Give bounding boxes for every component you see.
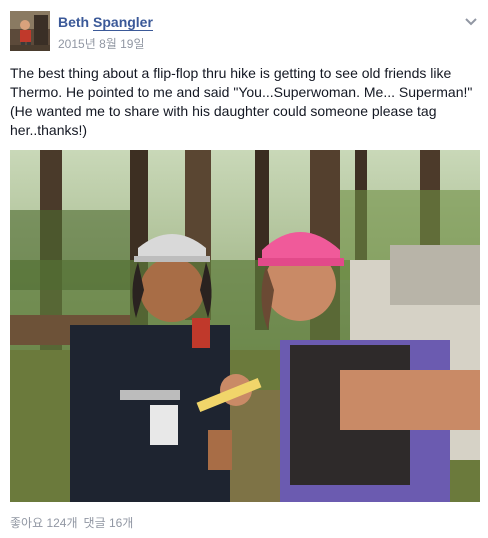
hikers-photo xyxy=(10,150,480,502)
author-name-link[interactable]: Beth Spangler xyxy=(58,14,153,31)
likes-count-link[interactable]: 좋아요 124개 xyxy=(10,516,78,530)
post-header: Beth Spangler 2015년 8월 19일 xyxy=(10,11,478,55)
author-first-name: Beth xyxy=(58,14,90,30)
post-photo[interactable] xyxy=(10,150,480,502)
post-footer: 좋아요 124개 댓글 16개 xyxy=(10,514,133,531)
post-timestamp[interactable]: 2015년 8월 19일 xyxy=(58,35,145,52)
comments-count-link[interactable]: 댓글 16개 xyxy=(84,516,134,530)
author-avatar[interactable] xyxy=(10,11,50,51)
author-last-name: Spangler xyxy=(93,14,153,31)
avatar-photo xyxy=(10,11,50,51)
post-message: The best thing about a flip-flop thru hi… xyxy=(10,65,473,138)
facebook-post: Beth Spangler 2015년 8월 19일 The best thin… xyxy=(0,0,488,538)
chevron-down-icon[interactable] xyxy=(464,15,478,29)
